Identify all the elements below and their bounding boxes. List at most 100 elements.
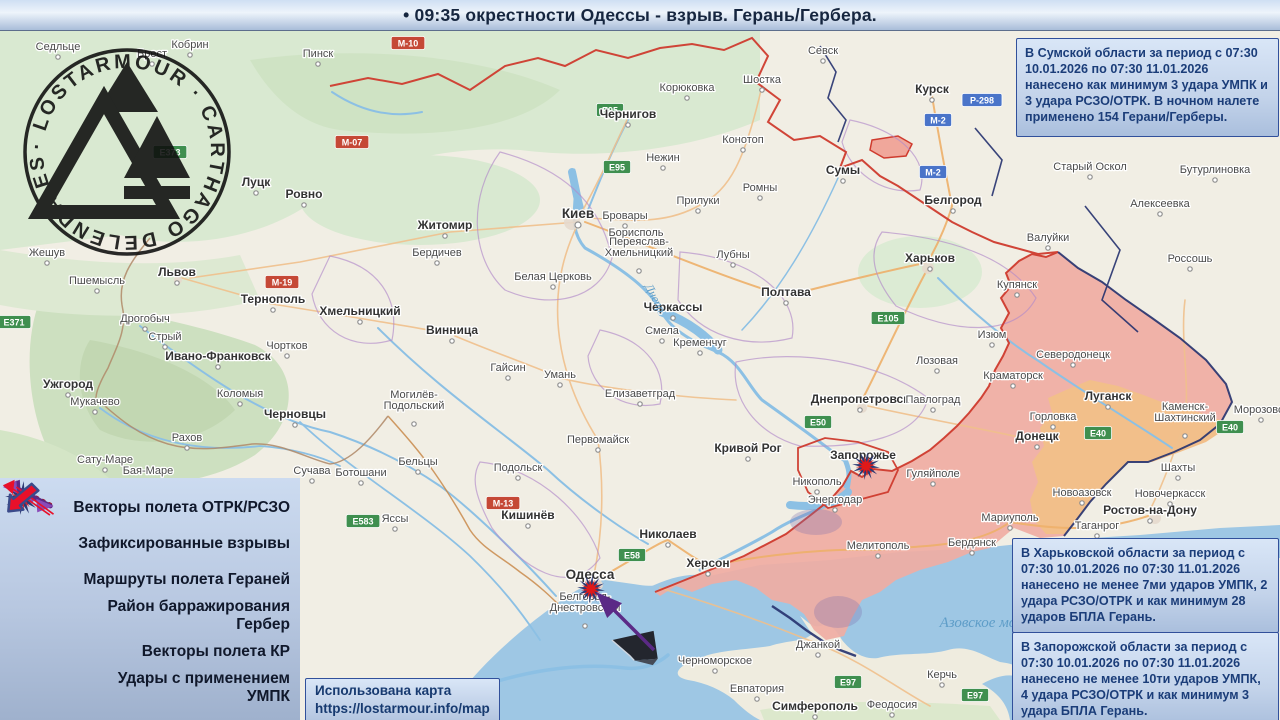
svg-text:Алексеевка: Алексеевка <box>1130 198 1190 210</box>
infobox-sumy-text: В Сумской области за период с 07:30 10.0… <box>1025 46 1268 125</box>
svg-text:Лозовая: Лозовая <box>916 355 958 367</box>
svg-text:Купянск: Купянск <box>997 279 1037 291</box>
svg-text:Чортков: Чортков <box>266 340 307 352</box>
legend-item-2: Зафиксированные взрывы <box>0 481 300 562</box>
svg-text:Кишинёв: Кишинёв <box>501 508 554 522</box>
svg-text:Смела: Смела <box>645 325 680 337</box>
svg-text:E97: E97 <box>840 678 856 688</box>
svg-text:Новоазовск: Новоазовск <box>1053 487 1112 499</box>
legend-items: Векторы полета ОТРК/РСЗО Зафиксированные … <box>0 479 300 706</box>
legend-item-label: Удары с применением УМПК <box>117 670 290 705</box>
svg-text:Морозовск: Морозовск <box>1234 404 1280 416</box>
svg-text:Подольский: Подольский <box>384 400 445 412</box>
svg-text:Одесса: Одесса <box>566 567 615 582</box>
svg-text:Шахты: Шахты <box>1161 462 1196 474</box>
svg-text:Пшемысль: Пшемысль <box>69 275 125 287</box>
road-badge: E95 <box>603 160 632 174</box>
legend-item-4: Район барражирования Гербер <box>0 480 300 634</box>
svg-text:Валуйки: Валуйки <box>1027 232 1069 244</box>
svg-text:Бельцы: Бельцы <box>398 456 437 468</box>
road-badge: E583 <box>345 514 381 528</box>
svg-text:M-2: M-2 <box>930 116 946 126</box>
road-badge: E97 <box>834 675 863 689</box>
svg-text:Мариуполь: Мариуполь <box>981 512 1038 524</box>
svg-text:Таганрог: Таганрог <box>1075 520 1120 532</box>
attribution-caption: Использована карта <box>315 683 452 698</box>
road-badge: E371 <box>0 315 32 329</box>
svg-text:Нежин: Нежин <box>646 152 680 164</box>
svg-text:Мукачево: Мукачево <box>70 396 119 408</box>
road-badge: E58 <box>618 548 647 562</box>
svg-text:Павлоград: Павлоград <box>906 394 962 406</box>
svg-text:Шостка: Шостка <box>743 74 782 86</box>
svg-text:Черноморское: Черноморское <box>678 655 752 667</box>
road-badge: E40 <box>1084 426 1113 440</box>
svg-text:Р-298: Р-298 <box>970 96 994 106</box>
svg-text:E40: E40 <box>1222 423 1238 433</box>
svg-text:Кобрин: Кобрин <box>171 39 208 51</box>
legend-item-label: Зафиксированные взрывы <box>78 535 290 552</box>
svg-text:Жешув: Жешув <box>29 247 65 259</box>
svg-text:Бердичев: Бердичев <box>412 247 462 259</box>
svg-text:Чернигов: Чернигов <box>600 107 657 121</box>
infobox-sumy-region: В Сумской области за период с 07:30 10.0… <box>1016 38 1279 137</box>
svg-text:Луганск: Луганск <box>1085 389 1133 403</box>
svg-text:Яссы: Яссы <box>382 513 409 525</box>
svg-text:Сумы: Сумы <box>826 163 860 177</box>
svg-text:Полтава: Полтава <box>761 285 811 299</box>
svg-text:Евпатория: Евпатория <box>730 683 784 695</box>
road-badge: E105 <box>870 311 906 325</box>
legend-panel: Векторы полета ОТРК/РСЗО Зафиксированные … <box>0 478 300 720</box>
svg-text:M-2: M-2 <box>925 168 941 178</box>
screenshot-root: E95E95E40E40E50E58E105E97E97E373E371E583… <box>0 0 1280 720</box>
svg-text:E50: E50 <box>810 418 826 428</box>
svg-text:Симферополь: Симферополь <box>772 699 858 713</box>
svg-text:Бая-Маре: Бая-Маре <box>123 465 174 477</box>
svg-text:Коломыя: Коломыя <box>217 388 263 400</box>
infobox-kharkiv-region: В Харьковской области за период с 07:30 … <box>1012 538 1279 633</box>
svg-text:Стрый: Стрый <box>148 331 181 343</box>
svg-text:Прилуки: Прилуки <box>676 195 719 207</box>
svg-text:М-19: М-19 <box>272 278 293 288</box>
svg-text:Лубны: Лубны <box>716 249 749 261</box>
road-badge: Р-298 <box>961 93 1003 107</box>
svg-text:Сучава: Сучава <box>293 465 331 477</box>
svg-text:Харьков: Харьков <box>905 251 955 265</box>
svg-text:Ромны: Ромны <box>743 182 778 194</box>
legend-item-5: Векторы полета КР <box>0 479 300 670</box>
svg-text:Гуляйполе: Гуляйполе <box>906 468 959 480</box>
svg-text:Изюм: Изюм <box>978 329 1007 341</box>
svg-text:Бровары: Бровары <box>602 210 647 222</box>
attribution-url: https://lostarmour.info/map <box>315 701 490 717</box>
svg-text:Шахтинский: Шахтинский <box>1154 412 1215 424</box>
svg-text:Пинск: Пинск <box>303 48 334 60</box>
svg-text:Феодосия: Феодосия <box>867 699 918 711</box>
svg-text:Конотоп: Конотоп <box>722 134 764 146</box>
svg-text:Седльце: Седльце <box>36 41 81 53</box>
svg-text:Хмельницкий: Хмельницкий <box>319 304 400 318</box>
svg-text:Умань: Умань <box>544 369 576 381</box>
svg-text:Гайсин: Гайсин <box>490 362 525 374</box>
road-badge: E40 <box>1216 420 1245 434</box>
svg-text:E583: E583 <box>352 517 373 527</box>
svg-text:Керчь: Керчь <box>927 669 957 681</box>
svg-text:Никополь: Никополь <box>792 476 841 488</box>
svg-text:Хмельницкий: Хмельницкий <box>605 247 673 259</box>
svg-text:E371: E371 <box>3 318 24 328</box>
svg-text:М-10: М-10 <box>398 39 419 49</box>
road-badge: М-10 <box>390 36 426 50</box>
road-badge: E50 <box>804 415 833 429</box>
svg-text:Джанкой: Джанкой <box>796 639 840 651</box>
svg-text:Бутурлиновка: Бутурлиновка <box>1180 164 1251 176</box>
svg-text:E58: E58 <box>624 551 640 561</box>
svg-text:Белая Церковь: Белая Церковь <box>514 271 592 283</box>
svg-text:Днепропетровск: Днепропетровск <box>811 392 910 406</box>
svg-text:Житомир: Житомир <box>417 218 473 232</box>
infobox-zaporizhzhia-text: В Запорожской области за период с 07:30 … <box>1021 640 1261 719</box>
svg-text:Подольск: Подольск <box>494 462 543 474</box>
svg-text:Ровно: Ровно <box>286 187 323 201</box>
svg-text:М-13: М-13 <box>493 499 514 509</box>
svg-text:E95: E95 <box>609 163 625 173</box>
svg-text:М-07: М-07 <box>342 138 363 148</box>
map-attribution: Использована карта https://lostarmour.in… <box>305 678 500 720</box>
